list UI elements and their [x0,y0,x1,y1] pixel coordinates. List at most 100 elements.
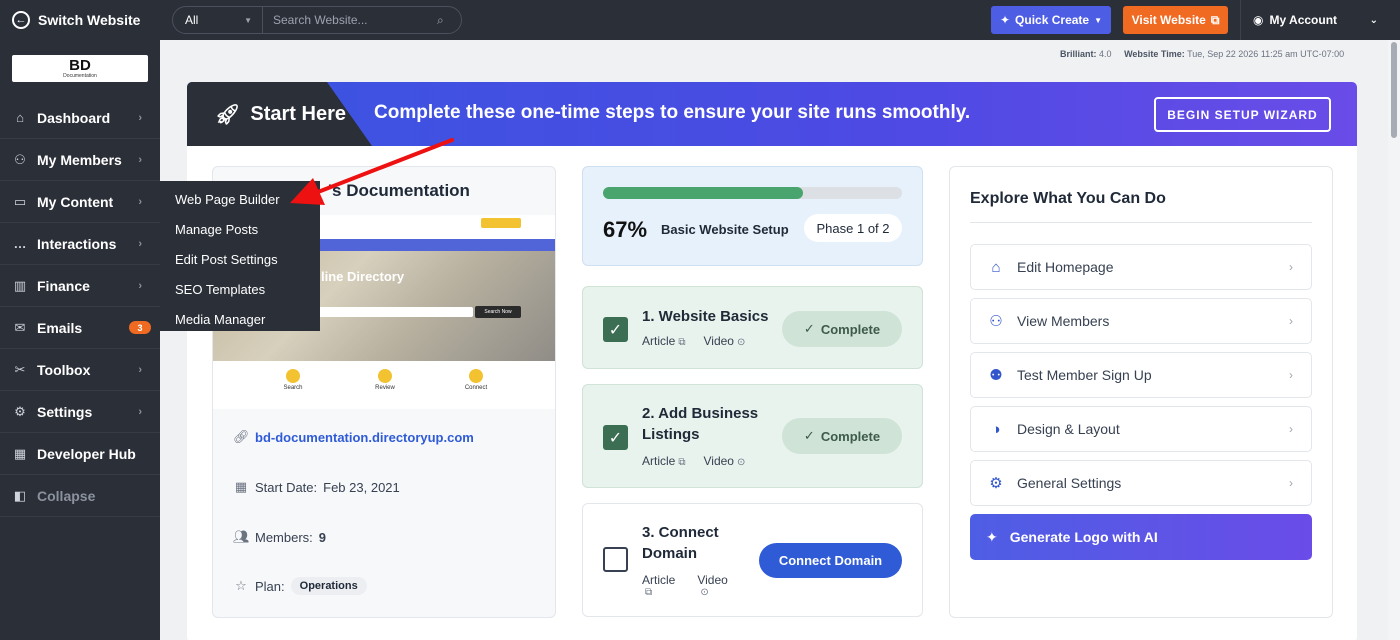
external-link-icon: ⧉ [678,457,686,468]
explore-item-label: Test Member Sign Up [1017,367,1152,383]
play-icon: ⊙ [736,337,746,348]
article-label: Article [642,334,676,348]
page-scrollbar[interactable] [1388,40,1400,640]
flyout-item-media-manager[interactable]: Media Manager [160,309,320,339]
site-meta: Brilliant: 4.0 Website Time: Tue, Sep 22… [1060,49,1344,59]
brilliant-value: 4.0 [1099,49,1112,59]
website-time-label: Website Time: [1124,49,1185,59]
step-video-link[interactable]: Video ⊙ [703,454,745,468]
star-icon: ☆ [235,578,247,593]
quick-create-label: Quick Create [1015,13,1090,27]
flyout-item-edit-post-settings[interactable]: Edit Post Settings [160,249,320,279]
search-input[interactable] [263,7,437,33]
sidebar-item-label: Settings [37,403,93,420]
thumb-hero-text: line Directory [321,269,405,284]
search-scope-select[interactable]: All ▼ [173,7,263,33]
search-scope-value: All [185,13,199,27]
chevron-down-icon: ▼ [1094,15,1103,25]
step-video-link[interactable]: Video ⊙ [703,334,745,348]
check-icon: ✓ [608,321,623,339]
scrollbar-thumb[interactable] [1391,42,1397,138]
thumb-feature-review: Review [345,369,425,391]
members-value: 9 [318,529,327,545]
chevron-right-icon: › [1289,422,1293,436]
sidebar-item-label: Finance [37,277,90,294]
divider [970,222,1312,223]
begin-setup-wizard-button[interactable]: BEGIN SETUP WIZARD [1154,97,1331,132]
progress-bar [603,187,902,199]
top-bar: ← Switch Website All ▼ ⌕ ✦ Quick Create … [0,0,1400,40]
step-checkbox-checked[interactable]: ✓ [603,317,628,342]
step-card-add-business-listings: ✓ 2. Add Business Listings Article ⧉ Vide… [582,384,923,488]
thumb-search-button: Search Now [475,306,521,318]
members-label: Members: [255,529,313,545]
site-logo[interactable]: BD Documentation [12,55,148,82]
logo-text: BD [69,56,91,74]
website-title: 's Documentation [328,181,470,200]
sidebar-item-finance[interactable]: ▥ Finance › [0,265,160,307]
progress-percent: 67% [603,217,648,242]
sidebar-item-settings[interactable]: ⚙ Settings › [0,391,160,433]
video-label: Video [697,573,728,587]
gear-icon: ⚙ [14,403,26,419]
thumb-feature-label: Search [283,385,303,391]
check-circle-icon: ✓ [803,428,815,443]
explore-item-view-members[interactable]: ⚇ View Members › [970,298,1312,344]
flyout-item-manage-posts[interactable]: Manage Posts [160,219,320,249]
step-complete-badge: ✓ Complete [782,311,902,347]
generate-logo-ai-button[interactable]: ✦ Generate Logo with AI [970,514,1312,560]
complete-label: Complete [820,428,881,444]
external-link-icon: ⧉ [1210,12,1220,27]
explore-item-edit-homepage[interactable]: ⌂ Edit Homepage › [970,244,1312,290]
switch-website-button[interactable]: ← Switch Website [0,0,160,40]
thumb-feature-connect: Connect [436,369,516,391]
sparkle-icon: ✦ [999,13,1011,27]
chevron-right-icon: › [138,195,142,208]
external-link-icon: ⧉ [678,337,686,348]
chart-icon: ▥ [13,277,27,293]
step-title: 1. Website Basics [642,308,769,325]
search-icon[interactable]: ⌕ [437,13,461,28]
chevron-down-icon: ⌄ [1369,14,1378,26]
sidebar-item-toolbox[interactable]: ✂ Toolbox › [0,349,160,391]
sidebar-item-label: Interactions [37,235,117,252]
sidebar-item-interactions[interactable]: … Interactions › [0,223,160,265]
sidebar-item-collapse[interactable]: ◧ Collapse [0,475,160,517]
step-article-link[interactable]: Article ⧉ [642,454,685,468]
sidebar-item-dashboard[interactable]: ⌂ Dashboard › [0,97,160,139]
explore-item-label: View Members [1017,313,1110,329]
step-checkbox-checked[interactable]: ✓ [603,425,628,450]
step-article-link[interactable]: Article ⧉ [642,573,675,598]
logo-subtext: Documentation [63,72,97,79]
explore-item-label: Design & Layout [1017,421,1120,437]
website-url-link[interactable]: bd-documentation.directoryup.com [255,430,474,445]
start-here-title: 🚀︎ Start Here [215,102,346,127]
explore-item-label: General Settings [1017,475,1122,491]
start-date-value: Feb 23, 2021 [323,479,400,495]
sidebar-item-emails[interactable]: ✉ Emails 3 [0,307,160,349]
my-account-label: My Account [1269,13,1338,27]
step-checkbox-unchecked[interactable] [603,547,628,572]
visit-website-button[interactable]: Visit Website ⧉ [1123,6,1228,34]
my-account-menu[interactable]: ◉ My Account ⌄ [1240,0,1400,40]
step-video-link[interactable]: Video ⊙ [697,573,727,598]
chat-icon [469,369,483,383]
flyout-item-seo-templates[interactable]: SEO Templates [160,279,320,309]
switch-website-label: Switch Website [38,12,141,28]
explore-item-test-member-sign-up[interactable]: ⚉ Test Member Sign Up › [970,352,1312,398]
sidebar-item-label: Dashboard [37,109,111,126]
explore-item-general-settings[interactable]: ⚙ General Settings › [970,460,1312,506]
connect-domain-button[interactable]: Connect Domain [759,543,902,578]
user-circle-icon: ◉ [1253,13,1264,27]
quick-create-button[interactable]: ✦ Quick Create ▼ [991,6,1111,34]
sidebar-item-my-members[interactable]: ⚇ My Members › [0,139,160,181]
flyout-item-web-page-builder[interactable]: Web Page Builder [160,189,320,219]
sidebar-item-my-content[interactable]: ▭ My Content › [0,181,160,223]
step-card-website-basics: ✓ 1. Website Basics Article ⧉ Video ⊙ ✓ Com… [582,286,923,369]
article-label: Article [642,454,676,468]
sidebar-item-developer-hub[interactable]: ▦ Developer Hub [0,433,160,475]
explore-item-design-layout[interactable]: ◑ Design & Layout › [970,406,1312,452]
sidebar-item-label: My Members [37,151,122,168]
sparkle-icon: ✦ [986,528,998,545]
step-article-link[interactable]: Article ⧉ [642,334,685,348]
